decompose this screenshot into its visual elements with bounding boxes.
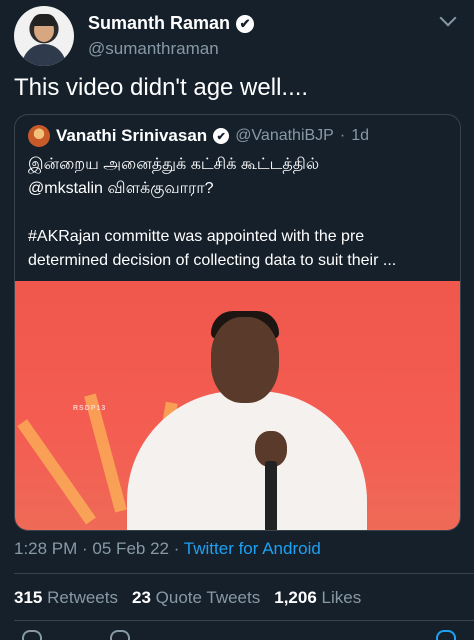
quote-tweets-stat[interactable]: 23 Quote Tweets bbox=[132, 588, 260, 608]
verified-badge-icon: ✔ bbox=[236, 14, 255, 33]
tweet-stats: 315 Retweets 23 Quote Tweets 1,206 Likes bbox=[14, 588, 361, 608]
separator-dot: · bbox=[339, 127, 346, 144]
likes-count: 1,206 bbox=[274, 588, 317, 607]
tweet-header: Sumanth Raman ✔ @sumanthraman bbox=[14, 6, 460, 66]
divider bbox=[14, 620, 474, 621]
quoted-author-handle: @VanathiBJP bbox=[235, 127, 334, 144]
author-display-name[interactable]: Sumanth Raman bbox=[88, 13, 230, 34]
divider bbox=[14, 573, 474, 574]
quote-tweets-count: 23 bbox=[131, 588, 151, 607]
quoted-text-line: #AKRajan committe was appointed with the… bbox=[28, 228, 365, 245]
retweets-label: Retweets bbox=[47, 588, 118, 607]
quoted-author-name: Vanathi Srinivasan bbox=[56, 126, 208, 145]
quoted-tweet[interactable]: Vanathi Srinivasan ✔ @VanathiBJP · 1d இன… bbox=[14, 114, 461, 531]
tweet-time[interactable]: 1:28 PM bbox=[14, 539, 77, 558]
tweet-source-link[interactable]: Twitter for Android bbox=[184, 539, 321, 558]
verified-badge-icon: ✔ bbox=[213, 128, 230, 144]
share-icon[interactable] bbox=[436, 630, 456, 640]
author-handle[interactable]: @sumanthraman bbox=[88, 39, 219, 59]
quoted-video-thumbnail[interactable]: RSDP13 bbox=[15, 281, 460, 530]
tweet-meta: 1:28 PM · 05 Feb 22 · Twitter for Androi… bbox=[14, 539, 321, 559]
author-name-row: Sumanth Raman ✔ bbox=[88, 13, 255, 34]
quoted-text-line: இன்றைய அனைத்துக் கட்சிக் கூட்டத்தில் bbox=[28, 156, 320, 173]
likes-stat[interactable]: 1,206 Likes bbox=[274, 588, 361, 608]
microphone-icon bbox=[265, 461, 277, 530]
reply-icon[interactable] bbox=[22, 630, 42, 640]
stage-banner-text: RSDP13 bbox=[73, 405, 107, 412]
tweet-date[interactable]: 05 Feb 22 bbox=[92, 539, 169, 558]
quoted-text-line: @mkstalin விளக்குவாரா? bbox=[28, 180, 214, 197]
quoted-tweet-text: இன்றைய அனைத்துக் கட்சிக் கூட்டத்தில் @mk… bbox=[28, 153, 453, 273]
tweet-text: This video didn't age well.... bbox=[14, 74, 309, 101]
quote-tweets-label: Quote Tweets bbox=[155, 588, 261, 607]
quoted-tweet-header: Vanathi Srinivasan ✔ @VanathiBJP · 1d bbox=[28, 125, 369, 147]
tweet-actions bbox=[0, 628, 474, 640]
retweets-count: 315 bbox=[14, 588, 43, 607]
separator-dot: · bbox=[77, 539, 93, 558]
quoted-author-avatar bbox=[28, 125, 50, 147]
quoted-tweet-time: 1d bbox=[351, 127, 369, 144]
retweets-stat[interactable]: 315 Retweets bbox=[14, 588, 118, 608]
separator-dot: · bbox=[168, 539, 184, 558]
likes-label: Likes bbox=[321, 588, 362, 607]
retweet-icon[interactable] bbox=[110, 630, 130, 640]
quoted-text-line: determined decision of collecting data t… bbox=[28, 252, 397, 269]
chevron-down-icon[interactable] bbox=[439, 9, 457, 27]
author-avatar[interactable] bbox=[14, 6, 74, 66]
